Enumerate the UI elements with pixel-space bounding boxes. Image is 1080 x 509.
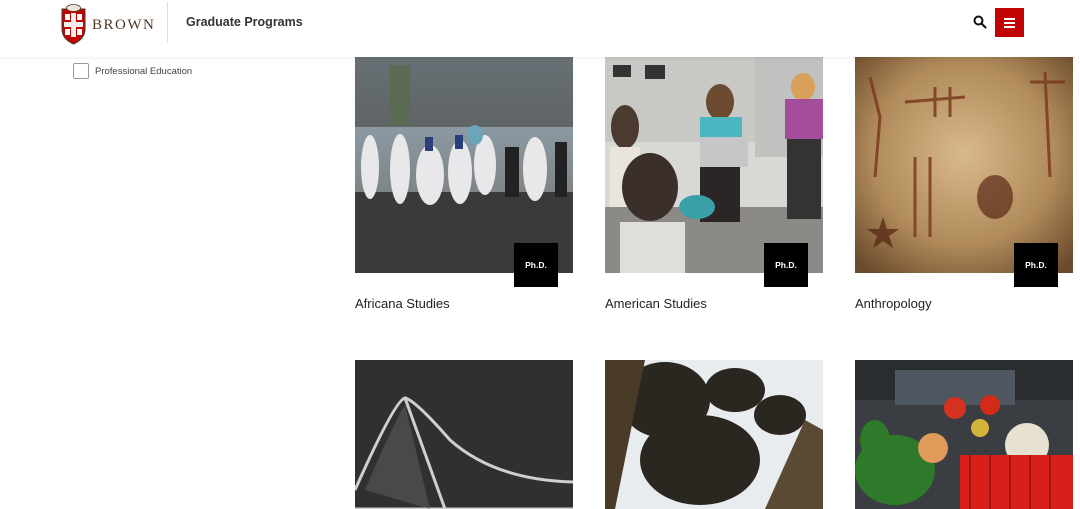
brown-logo[interactable]: BROWN [60, 2, 155, 46]
degree-badge: Ph.D. [764, 243, 808, 287]
degree-badge: Ph.D. [1014, 243, 1058, 287]
filter-checkbox[interactable] [73, 63, 89, 79]
search-icon [973, 15, 987, 29]
search-button[interactable] [972, 14, 988, 30]
program-title[interactable]: American Studies [605, 296, 707, 311]
program-image [605, 57, 823, 273]
hamburger-menu-icon [1004, 17, 1015, 20]
menu-button[interactable] [995, 8, 1024, 37]
program-card[interactable] [855, 360, 1073, 509]
logo-wordmark: BROWN [92, 16, 156, 33]
program-card[interactable] [605, 360, 823, 509]
filter-professional-education[interactable]: Professional Education [73, 63, 192, 79]
header-divider [167, 2, 168, 43]
program-title[interactable]: Africana Studies [355, 296, 450, 311]
site-header: BROWN Graduate Programs [0, 0, 1080, 57]
degree-badge: Ph.D. [514, 243, 558, 287]
filter-label: Professional Education [95, 65, 193, 77]
program-image [605, 360, 823, 509]
site-title[interactable]: Graduate Programs [186, 15, 303, 29]
program-image [355, 360, 573, 509]
program-card-africana-studies[interactable]: Ph.D. Africana Studies [355, 57, 573, 317]
program-image [855, 360, 1073, 509]
program-image [855, 57, 1073, 273]
program-image [355, 57, 573, 273]
program-title[interactable]: Anthropology [855, 296, 932, 311]
brown-crest-icon [61, 4, 86, 45]
program-card-anthropology[interactable]: Ph.D. Anthropology [855, 57, 1073, 317]
program-card[interactable] [355, 360, 573, 509]
program-card-american-studies[interactable]: Ph.D. American Studies [605, 57, 823, 317]
